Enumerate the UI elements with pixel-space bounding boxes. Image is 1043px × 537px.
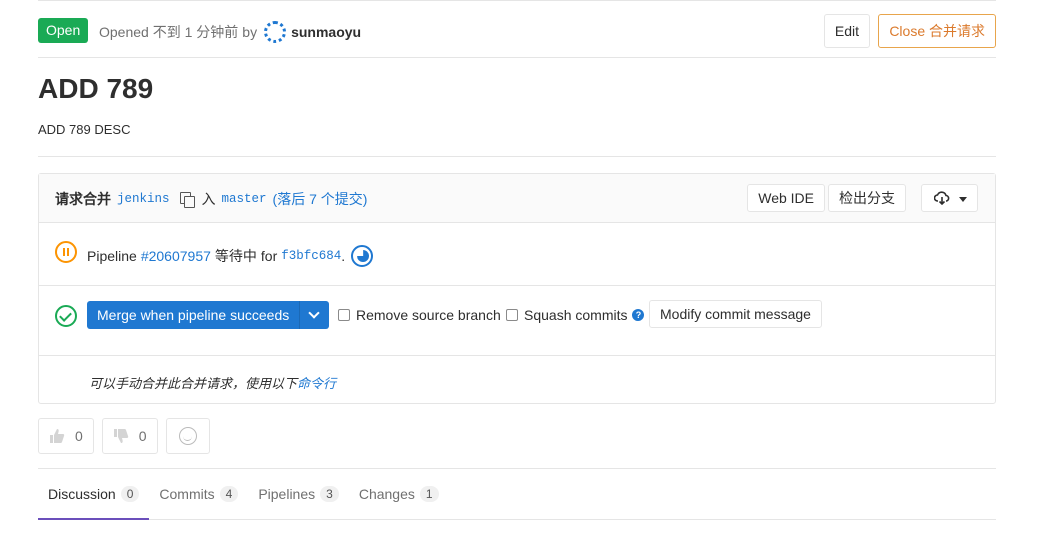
copy-icon[interactable] xyxy=(179,192,195,208)
web-ide-button[interactable]: Web IDE xyxy=(747,184,825,212)
avatar[interactable] xyxy=(264,21,287,43)
add-reaction-button[interactable] xyxy=(165,418,210,454)
pipeline-row: Pipeline #20607957 等待中 for f3bfc684 . xyxy=(39,223,995,286)
author-link[interactable]: sunmaoyu xyxy=(291,24,361,40)
commit-sha-link[interactable]: f3bfc684 xyxy=(281,249,341,263)
award-emoji-bar: 0 0 xyxy=(38,418,218,454)
into-label: 入 xyxy=(201,191,216,207)
merge-when-pipeline-succeeds-button[interactable]: Merge when pipeline succeeds xyxy=(87,301,301,329)
divider xyxy=(38,156,996,157)
merge-button-group: Merge when pipeline succeeds xyxy=(87,301,330,329)
edit-button[interactable]: Edit xyxy=(823,14,870,48)
download-dropdown-button[interactable] xyxy=(921,184,978,212)
page-title: ADD 789 xyxy=(38,73,154,104)
behind-commits-link[interactable]: (落后 7 个提交) xyxy=(273,189,368,209)
widget-header: 请求合并 jenkins 入 master (落后 7 个提交) Web IDE… xyxy=(39,174,995,223)
remove-source-branch-checkbox[interactable] xyxy=(338,309,350,321)
pipeline-suffix: . xyxy=(341,248,346,264)
manual-merge-row: 可以手动合并此合并请求，使用以下命令行 xyxy=(39,356,995,404)
thumbs-down-button[interactable]: 0 xyxy=(101,418,158,454)
pipeline-stage-icon[interactable] xyxy=(351,245,374,267)
pipeline-status-text: 等待中 xyxy=(214,248,257,264)
squash-commits-option[interactable]: Squash commits ? xyxy=(506,307,645,323)
header-meta: Opened 不到 1 分钟前 by sunmaoyu xyxy=(99,21,361,43)
tab-changes[interactable]: Changes 1 xyxy=(349,469,449,519)
thumbs-up-icon xyxy=(50,429,65,443)
target-branch-link[interactable]: master xyxy=(222,192,267,206)
download-cloud-icon xyxy=(934,191,950,205)
tab-count: 1 xyxy=(419,486,439,502)
question-icon[interactable]: ? xyxy=(632,309,645,321)
merge-row: Merge when pipeline succeeds Remove sour… xyxy=(39,286,995,356)
tab-label: Pipelines xyxy=(258,486,316,502)
smiley-icon xyxy=(178,427,197,445)
by-label: by xyxy=(242,24,258,40)
command-line-link[interactable]: 命令行 xyxy=(297,376,336,391)
merge-request-widget: 请求合并 jenkins 入 master (落后 7 个提交) Web IDE… xyxy=(38,173,996,404)
manual-merge-text: 可以手动合并此合并请求，使用以下命令行 xyxy=(89,373,336,392)
pipeline-info: Pipeline #20607957 等待中 for f3bfc684 . xyxy=(87,245,374,267)
remove-source-branch-label: Remove source branch xyxy=(356,307,501,323)
mr-description: ADD 789 DESC xyxy=(38,122,131,137)
tab-label: Discussion xyxy=(48,486,116,502)
checkout-branch-button[interactable]: 检出分支 xyxy=(828,184,906,212)
status-badge: Open xyxy=(38,18,89,43)
close-merge-request-button[interactable]: Close 合并请求 xyxy=(878,14,996,48)
tab-pipelines[interactable]: Pipelines 3 xyxy=(248,469,349,519)
pipeline-for-label: for xyxy=(260,248,278,264)
check-circle-icon xyxy=(55,305,77,327)
tab-discussion[interactable]: Discussion 0 xyxy=(38,469,150,520)
tab-commits[interactable]: Commits 4 xyxy=(149,469,248,519)
tab-label: Commits xyxy=(159,486,215,502)
tab-count: 3 xyxy=(320,486,339,502)
manual-merge-label: 可以手动合并此合并请求，使用以下 xyxy=(89,376,298,391)
source-branch-link[interactable]: jenkins xyxy=(117,192,170,206)
detail-header: Open Opened 不到 1 分钟前 by sunmaoyu Edit Cl… xyxy=(38,0,996,58)
merge-options-dropdown[interactable] xyxy=(300,301,330,329)
request-merge-label: 请求合并 xyxy=(55,191,111,207)
modify-commit-message-button[interactable]: Modify commit message xyxy=(649,300,822,328)
pipeline-pending-icon[interactable] xyxy=(55,241,77,263)
branch-info: 请求合并 jenkins 入 master (落后 7 个提交) xyxy=(55,189,367,209)
thumbs-up-button[interactable]: 0 xyxy=(38,418,94,454)
squash-commits-checkbox[interactable] xyxy=(506,309,518,321)
pipeline-label: Pipeline xyxy=(87,248,137,264)
thumbs-down-icon xyxy=(113,429,128,443)
tab-count: 4 xyxy=(219,486,239,502)
merge-request-tabs: Discussion 0 Commits 4 Pipelines 3 Chang… xyxy=(38,469,996,520)
merge-request-page: Open Opened 不到 1 分钟前 by sunmaoyu Edit Cl… xyxy=(38,0,996,520)
remove-source-branch-option[interactable]: Remove source branch xyxy=(338,307,501,323)
chevron-down-icon xyxy=(959,197,967,202)
squash-commits-label: Squash commits xyxy=(524,307,628,323)
pipeline-id-link[interactable]: #20607957 xyxy=(141,248,211,264)
opened-time: Opened 不到 1 分钟前 xyxy=(99,24,239,40)
thumbs-up-count: 0 xyxy=(75,428,83,444)
tab-label: Changes xyxy=(358,486,415,502)
tab-count: 0 xyxy=(120,486,140,502)
thumbs-down-count: 0 xyxy=(138,428,147,444)
